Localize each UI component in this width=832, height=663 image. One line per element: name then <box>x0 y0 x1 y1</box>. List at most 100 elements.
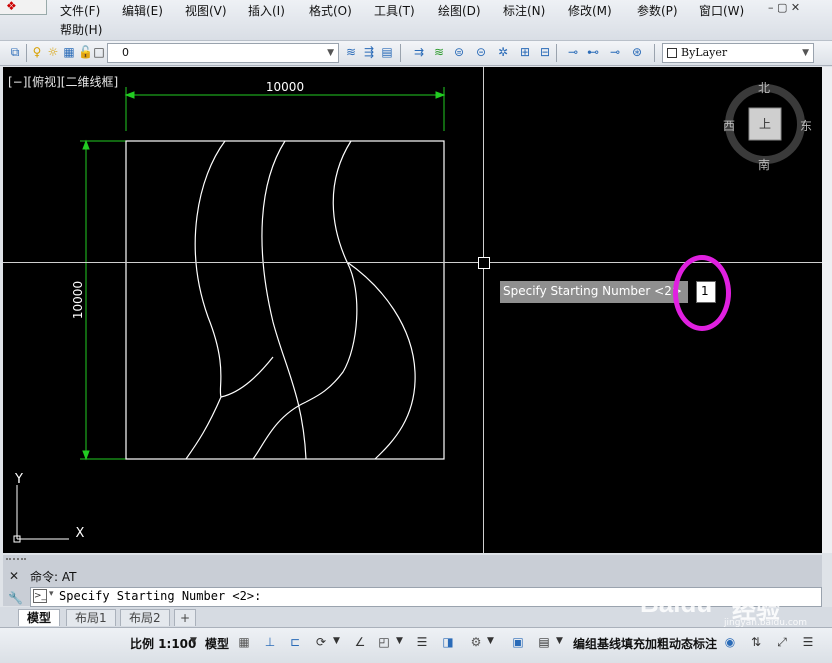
toolbar-separator <box>26 44 27 62</box>
layer-match-icon[interactable]: ⇉ <box>412 45 426 59</box>
menu-window[interactable]: 窗口(W) <box>699 2 744 19</box>
tab-add[interactable]: + <box>174 609 197 626</box>
viewcube-north[interactable]: 北 <box>758 79 770 96</box>
viewcube[interactable]: 北 南 东 西 上 <box>723 79 813 175</box>
app-logo-icon: ❖ <box>6 0 17 13</box>
fullscreen-icon[interactable]: ⤢ <box>774 634 790 650</box>
watermark-brand: Baidu <box>640 588 713 618</box>
menu-edit[interactable]: 编辑(E) <box>122 2 163 19</box>
wrench-icon[interactable]: 🔧 <box>8 591 23 605</box>
menu-help[interactable]: 帮助(H) <box>60 21 102 38</box>
dynamic-input-prompt: Specify Starting Number <2> <box>500 281 688 303</box>
layer-copy-icon[interactable]: ⊸ <box>608 45 622 59</box>
layer-lock-icon[interactable]: ⊞ <box>518 45 532 59</box>
menu-draw[interactable]: 绘图(D) <box>438 2 481 19</box>
gear-icon[interactable]: ⚙ <box>468 634 484 650</box>
watermark: Baidu 经验 jingyan.baidu.com <box>640 568 820 628</box>
menu-icon[interactable]: ☰ <box>800 634 816 650</box>
chevron-down-icon[interactable]: ▾ <box>49 589 54 599</box>
drawing-canvas[interactable]: [−][俯视][二维线框] 10000 10000 Y X 北 南 东 西 上 … <box>3 67 822 553</box>
color-square-icon[interactable]: □ <box>92 45 106 59</box>
command-line-text: Specify Starting Number <2>: <box>59 589 262 603</box>
menu-file[interactable]: 文件(F) <box>60 2 100 19</box>
layer-settings-icon[interactable]: ⊛ <box>630 45 644 59</box>
menu-modify[interactable]: 修改(M) <box>568 2 612 19</box>
layer-state-icon[interactable]: ▤ <box>380 45 394 59</box>
chevron-down-icon[interactable]: ▼ <box>333 636 340 646</box>
viewcube-west[interactable]: 西 <box>723 117 735 134</box>
menu-insert[interactable]: 插入(I) <box>248 2 285 19</box>
isodraft-icon[interactable]: ∠ <box>352 634 368 650</box>
chevron-down-icon[interactable]: ▼ <box>556 636 563 646</box>
status-toggles-text[interactable]: 编组基线填充加粗动态标注 <box>573 635 717 652</box>
osnap-icon[interactable]: ◰ <box>376 634 392 650</box>
menu-tools[interactable]: 工具(T) <box>374 2 415 19</box>
dynamic-input-prompt-text: Specify Starting Number <2> <box>503 284 682 298</box>
ucs-x-label: X <box>76 526 85 541</box>
wave-curve-1 <box>194 140 226 398</box>
chevron-down-icon[interactable]: ▼ <box>190 636 197 646</box>
command-window-grip[interactable] <box>6 558 26 564</box>
wave-curve-4 <box>346 261 416 460</box>
bulb-icon[interactable]: ♀ <box>30 45 44 59</box>
layer-delete-icon[interactable]: ⊟ <box>538 45 552 59</box>
status-bar: 比例 1:100 ▼ 模型 ▦ ⊥ ⊏ ⟳ ▼ ∠ ◰ ▼ ☰ ◨ ⚙ ▼ ▣ … <box>0 627 832 663</box>
toolbar-separator <box>400 44 401 62</box>
viewcube-top-face[interactable]: 上 <box>759 115 771 132</box>
snap-icon[interactable]: ⊥ <box>262 634 278 650</box>
layer-change-icon[interactable]: ≋ <box>432 45 446 59</box>
wave-curve-2 <box>261 140 307 460</box>
menu-bar: ❖ 文件(F) 编辑(E) 视图(V) 插入(I) 格式(O) 工具(T) 绘图… <box>0 0 832 41</box>
make-current-icon[interactable]: ≋ <box>344 45 358 59</box>
transparency-icon[interactable]: ◨ <box>440 634 456 650</box>
dimension-text-horizontal: 10000 <box>266 80 304 94</box>
polar-icon[interactable]: ⟳ <box>313 634 329 650</box>
grid-icon[interactable]: ▦ <box>236 634 252 650</box>
chevron-down-icon: ▼ <box>327 48 334 58</box>
layer-walk-icon[interactable]: ⊸ <box>566 45 580 59</box>
tab-layout2[interactable]: 布局2 <box>120 609 170 626</box>
menu-view[interactable]: 视图(V) <box>185 2 227 19</box>
model-space-toggle[interactable]: 模型 <box>205 635 229 652</box>
layer-isolate-icon[interactable]: ⊜ <box>452 45 466 59</box>
command-prompt-icon: >_ <box>33 589 47 603</box>
quick-properties-icon[interactable]: ▣ <box>510 634 526 650</box>
menu-parametric[interactable]: 参数(P) <box>637 2 678 19</box>
linetype-dropdown-value: ByLayer <box>681 46 728 59</box>
vertical-dimension <box>80 139 126 461</box>
info-icon[interactable]: ◉ <box>722 634 738 650</box>
wave-curve-1-join <box>220 356 274 398</box>
wave-curve-2-tail <box>252 401 307 460</box>
tab-model[interactable]: 模型 <box>18 609 61 626</box>
lineweight-icon[interactable]: ☰ <box>414 634 430 650</box>
linetype-dropdown[interactable]: ByLayer ▼ <box>662 43 814 63</box>
workspace-icon[interactable]: ▤ <box>536 634 552 650</box>
right-edge-panel <box>822 67 832 553</box>
viewcube-south[interactable]: 南 <box>758 156 770 173</box>
dimension-text-vertical: 10000 <box>71 281 85 319</box>
layer-manager-icon[interactable]: ⧉ <box>8 45 22 59</box>
layer-merge-icon[interactable]: ⊷ <box>586 45 600 59</box>
annotation-scale[interactable]: 比例 1:100 <box>130 635 196 652</box>
crosshair-vertical <box>483 67 484 553</box>
menu-format[interactable]: 格式(O) <box>309 2 352 19</box>
window-controls[interactable]: – ▢ ✕ <box>768 1 804 15</box>
layer-freeze-icon[interactable]: ✲ <box>496 45 510 59</box>
sun-icon[interactable]: ☼ <box>46 45 60 59</box>
layer-color-icon[interactable]: ▦ <box>62 45 76 59</box>
chevron-down-icon[interactable]: ▼ <box>487 636 494 646</box>
layer-toolbar: ⧉ ♀ ☼ ▦ 🔓 □ 0 ▼ ≋ ⇶ ▤ ⇉ ≋ ⊜ ⊝ ✲ ⊞ ⊟ ⊸ ⊷ … <box>0 41 832 66</box>
command-history: 命令: AT <box>30 570 77 584</box>
ortho-icon[interactable]: ⊏ <box>287 634 303 650</box>
viewcube-east[interactable]: 东 <box>800 117 812 134</box>
lock-icon[interactable]: 🔓 <box>78 45 93 59</box>
chevron-down-icon[interactable]: ▼ <box>396 636 403 646</box>
tab-layout1[interactable]: 布局1 <box>66 609 116 626</box>
layer-previous-icon[interactable]: ⇶ <box>362 45 376 59</box>
layer-dropdown[interactable]: 0 ▼ <box>107 43 339 63</box>
menu-dimension[interactable]: 标注(N) <box>503 2 545 19</box>
hardware-accel-icon[interactable]: ⇅ <box>748 634 764 650</box>
app-menu-button[interactable]: ❖ <box>0 0 47 15</box>
close-icon[interactable]: ✕ <box>9 569 19 583</box>
layer-off-icon[interactable]: ⊝ <box>474 45 488 59</box>
